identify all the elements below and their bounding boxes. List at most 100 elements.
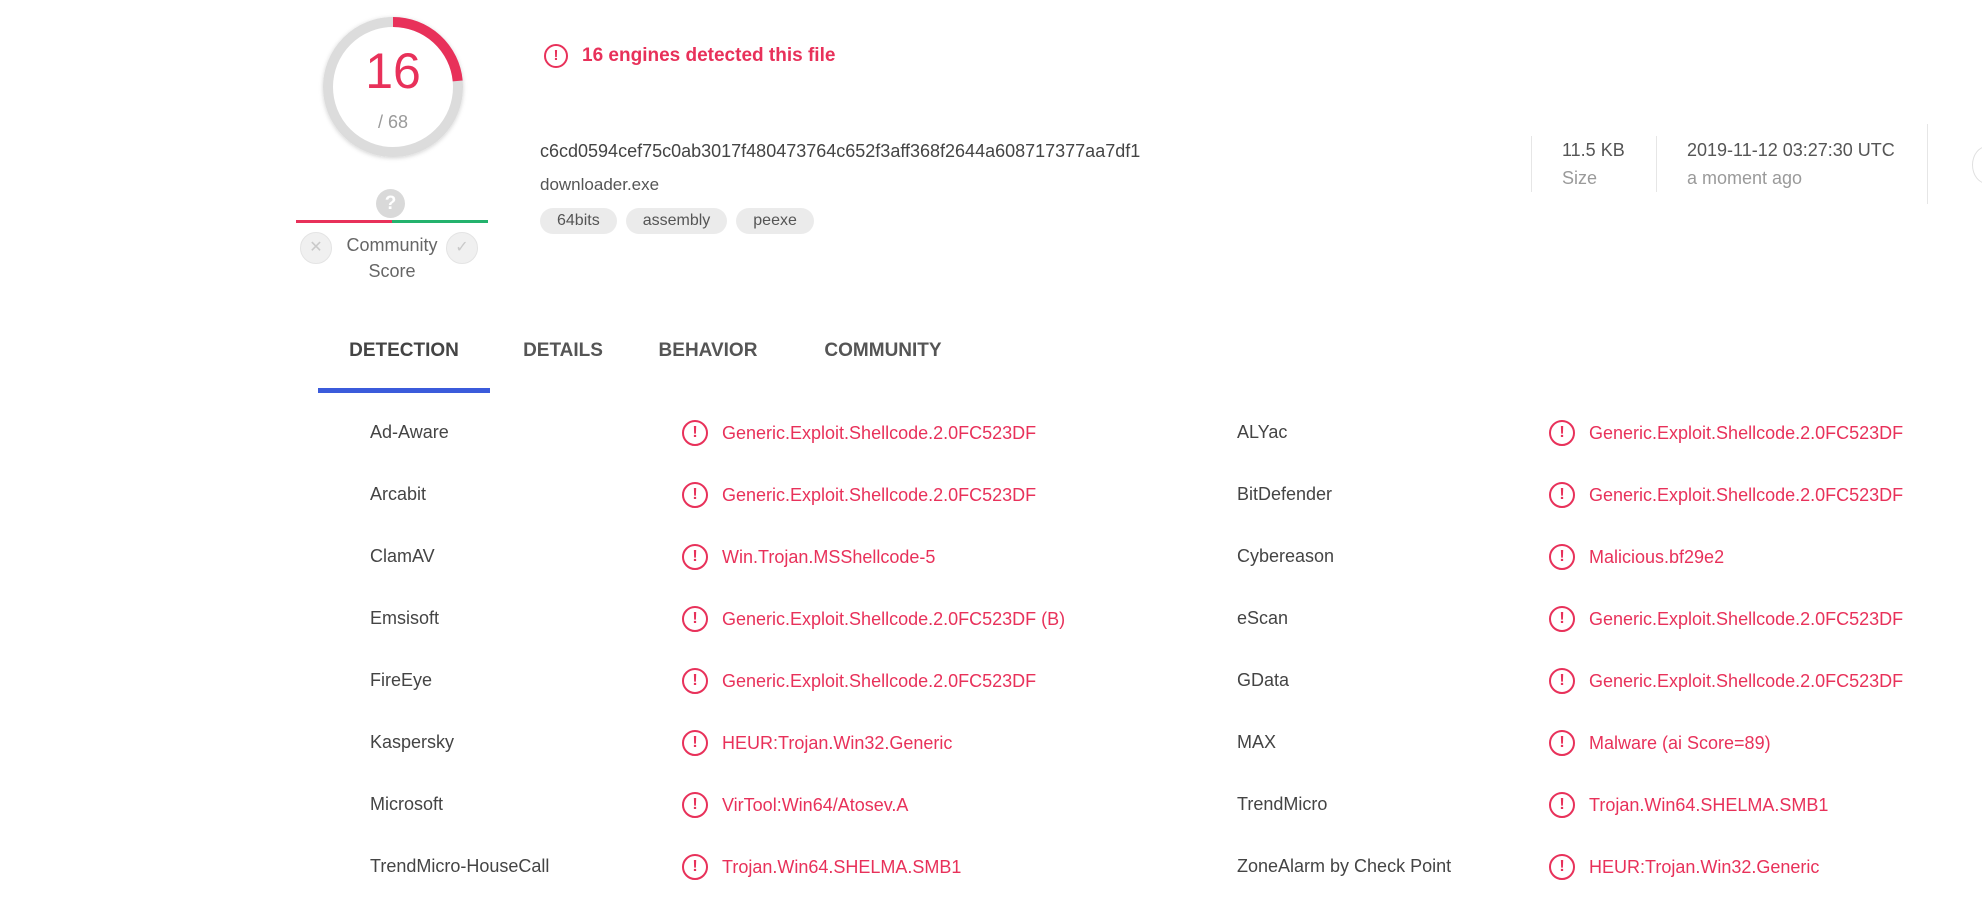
vote-malicious-button[interactable]: ✕ [300, 232, 332, 264]
tag-64bits[interactable]: 64bits [540, 208, 617, 234]
detection-result: ! Generic.Exploit.Shellcode.2.0FC523DF [682, 482, 1036, 508]
engine-name: ZoneAlarm by Check Point [1237, 856, 1452, 876]
detection-result: ! Generic.Exploit.Shellcode.2.0FC523DF [1549, 482, 1903, 508]
engine-name: Kaspersky [370, 732, 455, 752]
detection-row: Kaspersky ! HEUR:Trojan.Win32.Generic MAX… [0, 712, 1982, 774]
file-report: 16 / 68 ? ✕ Community Score ✓ ! 16 engin… [0, 0, 1982, 914]
file-size-label: Size [1562, 168, 1598, 188]
detection-result: ! Generic.Exploit.Shellcode.2.0FC523DF [1549, 420, 1903, 446]
exclamation-circle-icon: ! [1549, 730, 1575, 756]
detection-result: ! VirTool:Win64/Atosev.A [682, 792, 908, 818]
detection-result: ! Generic.Exploit.Shellcode.2.0FC523DF [682, 420, 1036, 446]
detection-label: Generic.Exploit.Shellcode.2.0FC523DF [722, 670, 1037, 691]
tab-label: COMMUNITY [824, 340, 942, 361]
meta-divider [1531, 136, 1532, 192]
detection-label: Generic.Exploit.Shellcode.2.0FC523DF [722, 422, 1037, 443]
exclamation-circle-icon: ! [1549, 792, 1575, 818]
detection-result: ! HEUR:Trojan.Win32.Generic [1549, 854, 1819, 880]
detection-result: ! Generic.Exploit.Shellcode.2.0FC523DF [1549, 606, 1903, 632]
detection-row: Arcabit ! Generic.Exploit.Shellcode.2.0FC… [0, 464, 1982, 526]
tab-details[interactable]: DETAILS [508, 326, 618, 394]
engine-name: eScan [1237, 608, 1289, 628]
meta-divider [1927, 124, 1928, 204]
detection-result: ! Win.Trojan.MSShellcode-5 [682, 544, 935, 570]
exclamation-circle-icon: ! [682, 482, 708, 508]
detection-row: TrendMicro-HouseCall ! Trojan.Win64.SHELM… [0, 836, 1982, 898]
detection-alert: ! 16 engines detected this file [544, 42, 835, 70]
detected-count: 16 [365, 43, 421, 99]
detection-row: Microsoft ! VirTool:Win64/Atosev.A TrendM… [0, 774, 1982, 836]
file-name: downloader.exe [540, 175, 660, 194]
analysis-date-label: a moment ago [1687, 168, 1803, 188]
detection-result: ! Malware (ai Score=89) [1549, 730, 1771, 756]
community-score-label: Community Score [338, 232, 446, 284]
community-bar-malicious [296, 220, 392, 223]
vote-harmless-button[interactable]: ✓ [446, 232, 478, 264]
engine-name: Arcabit [370, 484, 427, 504]
tab-label: DETECTION [349, 340, 459, 361]
detection-result: ! HEUR:Trojan.Win32.Generic [682, 730, 952, 756]
engine-name: Emsisoft [370, 608, 440, 628]
detection-label: Malware (ai Score=89) [1589, 732, 1771, 753]
tag-assembly[interactable]: assembly [625, 208, 728, 234]
exclamation-circle-icon: ! [682, 420, 708, 446]
detection-label: Win.Trojan.MSShellcode-5 [722, 546, 936, 567]
detection-row: ClamAV ! Win.Trojan.MSShellcode-5 Cyberea… [0, 526, 1982, 588]
question-icon: ? [376, 189, 405, 218]
total-engines: / 68 [377, 112, 409, 132]
community-label-line2: Score [368, 261, 416, 281]
detection-score-gauge: 16 / 68 [316, 10, 470, 164]
exclamation-circle-icon: ! [1549, 606, 1575, 632]
engine-name: GData [1237, 670, 1290, 690]
detection-result: ! Trojan.Win64.SHELMA.SMB1 [682, 854, 961, 880]
exclamation-circle-icon: ! [682, 544, 708, 570]
detection-alert-text: 16 engines detected this file [582, 45, 836, 66]
tab-behavior[interactable]: BEHAVIOR [646, 326, 770, 394]
community-label-line1: Community [346, 235, 438, 255]
community-score: ? ✕ Community Score ✓ [296, 186, 488, 286]
engine-name: MAX [1237, 732, 1277, 752]
detection-label: Trojan.Win64.SHELMA.SMB1 [722, 856, 962, 877]
detection-result: ! Generic.Exploit.Shellcode.2.0FC523DF [682, 668, 1036, 694]
engine-name: ALYac [1237, 422, 1288, 442]
engine-name: BitDefender [1237, 484, 1333, 504]
exclamation-circle-icon: ! [682, 668, 708, 694]
exclamation-circle-icon: ! [1549, 420, 1575, 446]
engine-name: FireEye [370, 670, 433, 690]
exclamation-circle-icon: ! [682, 792, 708, 818]
detection-label: HEUR:Trojan.Win32.Generic [722, 732, 953, 753]
engine-name: ClamAV [370, 546, 435, 566]
exclamation-circle-icon: ! [682, 854, 708, 880]
detection-label: Generic.Exploit.Shellcode.2.0FC523DF [1589, 608, 1904, 629]
detection-row: Emsisoft ! Generic.Exploit.Shellcode.2.0F… [0, 588, 1982, 650]
community-bar-harmless [392, 220, 488, 223]
exclamation-circle-icon: ! [1549, 854, 1575, 880]
detection-row: Ad-Aware ! Generic.Exploit.Shellcode.2.0F… [0, 402, 1982, 464]
x-icon: ✕ [309, 239, 323, 256]
tab-community[interactable]: COMMUNITY [800, 326, 966, 394]
exclamation-circle-icon: ! [682, 606, 708, 632]
exclamation-circle-icon: ! [544, 44, 568, 68]
tab-label: DETAILS [523, 340, 603, 361]
file-hash[interactable]: c6cd0594cef75c0ab3017f480473764c652f3aff… [540, 141, 1140, 162]
engine-name: Ad-Aware [370, 422, 449, 442]
detection-result: ! Trojan.Win64.SHELMA.SMB1 [1549, 792, 1828, 818]
file-tags: 64bits assembly peexe [540, 208, 814, 234]
detection-row: FireEye ! Generic.Exploit.Shellcode.2.0FC… [0, 650, 1982, 712]
engine-name: TrendMicro-HouseCall [370, 856, 550, 876]
tab-detection[interactable]: DETECTION [318, 326, 490, 394]
file-type-icon [1972, 146, 1982, 184]
detection-label: Generic.Exploit.Shellcode.2.0FC523DF (B) [722, 608, 1066, 629]
tab-label: BEHAVIOR [658, 340, 758, 361]
file-size-value: 11.5 KB [1562, 140, 1625, 160]
detection-label: Generic.Exploit.Shellcode.2.0FC523DF [722, 484, 1037, 505]
engine-name: TrendMicro [1237, 794, 1328, 814]
detection-result: ! Generic.Exploit.Shellcode.2.0FC523DF [1549, 668, 1903, 694]
exclamation-circle-icon: ! [682, 730, 708, 756]
exclamation-circle-icon: ! [1549, 544, 1575, 570]
detection-label: Generic.Exploit.Shellcode.2.0FC523DF [1589, 484, 1904, 505]
tag-peexe[interactable]: peexe [736, 208, 814, 234]
detection-label: Trojan.Win64.SHELMA.SMB1 [1589, 794, 1829, 815]
detection-result: ! Generic.Exploit.Shellcode.2.0FC523DF (B… [682, 606, 1065, 632]
detection-result: ! Malicious.bf29e2 [1549, 544, 1724, 570]
